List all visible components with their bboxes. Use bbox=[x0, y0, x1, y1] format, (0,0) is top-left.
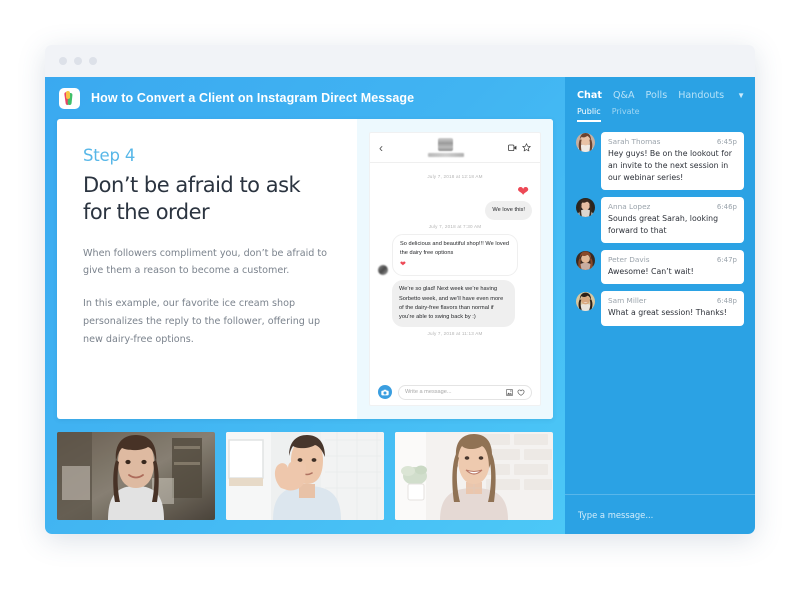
slide-image-column: ‹ July 7, 2018 at 12:18 AM ❤ We love thi… bbox=[357, 119, 553, 419]
chat-message-text: Awesome! Can’t wait! bbox=[608, 267, 694, 277]
tab-polls[interactable]: Polls bbox=[646, 90, 668, 101]
instagram-timestamp-2: July 7, 2018 at 7:30 AM bbox=[428, 224, 482, 230]
chat-visibility-tabs: Public Private bbox=[565, 101, 755, 122]
browser-window: How to Convert a Client on Instagram Dir… bbox=[45, 45, 755, 534]
chat-message-text: What a great session! Thanks! bbox=[608, 308, 727, 318]
instagram-timestamp-3: July 7, 2018 at 11:13 AM bbox=[427, 330, 483, 336]
slide-text-column: Step 4 Don’t be afraid to ask for the or… bbox=[57, 119, 357, 419]
instagram-message-outgoing: We love this! bbox=[485, 201, 532, 221]
webinar-header: How to Convert a Client on Instagram Dir… bbox=[57, 77, 553, 119]
window-minimize-dot[interactable] bbox=[74, 57, 82, 65]
chat-message-author: Sam Miller bbox=[608, 296, 647, 306]
participant-video-3[interactable] bbox=[395, 432, 553, 520]
instagram-message-incoming-row: So delicious and beautiful shop!!! We lo… bbox=[378, 234, 532, 277]
chat-panel: Chat Q&A Polls Handouts ▼ Public Private bbox=[565, 77, 755, 534]
app-logo-icon bbox=[59, 87, 80, 109]
window-titlebar bbox=[45, 45, 755, 77]
subtab-public[interactable]: Public bbox=[577, 107, 601, 122]
slide-paragraph-2: In this example, our favorite ice cream … bbox=[83, 298, 321, 345]
chat-message-time: 6:46p bbox=[716, 203, 737, 212]
avatar bbox=[576, 292, 595, 312]
subtab-private[interactable]: Private bbox=[612, 107, 640, 122]
chat-message-author: Sarah Thomas bbox=[608, 137, 661, 146]
tab-chat[interactable]: Chat bbox=[577, 90, 602, 101]
chat-message: Sarah Thomas 6:45p Hey guys! Be on the l… bbox=[576, 132, 744, 191]
chat-message: Peter Davis 6:47p Awesome! Can’t wait! bbox=[576, 250, 744, 285]
chat-message-bubble: Anna Lopez 6:46p Sounds great Sarah, loo… bbox=[601, 197, 744, 244]
instagram-message-reply: We’re so glad! Next week we’re having So… bbox=[392, 280, 516, 327]
instagram-composer: Write a message... bbox=[370, 379, 540, 405]
instagram-message-incoming: So delicious and beautiful shop!!! We lo… bbox=[392, 234, 519, 277]
chat-message-meta: Sam Miller 6:48p bbox=[608, 296, 737, 305]
slide: Step 4 Don’t be afraid to ask for the or… bbox=[57, 119, 553, 419]
chat-message-author: Peter Davis bbox=[608, 255, 650, 265]
instagram-header-actions bbox=[508, 143, 531, 152]
chat-message-time: 6:45p bbox=[716, 138, 737, 146]
chat-message-text: Hey guys! Be on the lookout for an invit… bbox=[608, 149, 732, 183]
webinar-title: How to Convert a Client on Instagram Dir… bbox=[91, 91, 415, 105]
chevron-down-icon[interactable]: ▼ bbox=[737, 91, 745, 100]
instagram-input-placeholder: Write a message... bbox=[405, 389, 452, 395]
slide-heading: Don’t be afraid to ask for the order bbox=[83, 173, 301, 224]
avatar bbox=[576, 251, 595, 271]
webinar-app: How to Convert a Client on Instagram Dir… bbox=[45, 77, 755, 534]
avatar bbox=[576, 133, 595, 152]
instagram-timestamp-1: July 7, 2018 at 12:18 AM bbox=[427, 174, 483, 179]
chat-message: Sam Miller 6:48p What a great session! T… bbox=[576, 291, 744, 326]
chat-message-text: Sounds great Sarah, looking forward to t… bbox=[608, 214, 719, 236]
chat-tab-bar: Chat Q&A Polls Handouts ▼ bbox=[565, 77, 755, 101]
chat-message-time: 6:48p bbox=[716, 297, 737, 306]
video-call-icon[interactable] bbox=[508, 144, 517, 152]
heart-outline-icon[interactable] bbox=[517, 389, 525, 396]
chat-message-author: Anna Lopez bbox=[608, 202, 651, 212]
chat-message: Anna Lopez 6:46p Sounds great Sarah, loo… bbox=[576, 197, 744, 244]
chat-message-bubble: Sam Miller 6:48p What a great session! T… bbox=[601, 291, 744, 326]
instagram-inline-heart-icon: ❤ bbox=[400, 261, 406, 269]
window-close-dot[interactable] bbox=[59, 57, 67, 65]
window-maximize-dot[interactable] bbox=[89, 57, 97, 65]
image-upload-icon[interactable] bbox=[506, 388, 513, 396]
instagram-conversation: July 7, 2018 at 12:18 AM ❤ We love this!… bbox=[370, 163, 540, 379]
instagram-username-redacted bbox=[427, 153, 464, 157]
instagram-heart-reaction: ❤ bbox=[517, 183, 529, 199]
slide-step-label: Step 4 bbox=[83, 146, 136, 165]
instagram-conversation-user bbox=[427, 138, 464, 157]
chat-message-meta: Anna Lopez 6:46p bbox=[608, 202, 737, 211]
chat-message-input[interactable]: Type a message... bbox=[565, 494, 755, 534]
participant-video-1[interactable] bbox=[57, 432, 215, 520]
star-icon[interactable] bbox=[522, 143, 531, 152]
chat-message-bubble: Peter Davis 6:47p Awesome! Can’t wait! bbox=[601, 250, 744, 285]
chat-message-list: Sarah Thomas 6:45p Hey guys! Be on the l… bbox=[565, 122, 755, 494]
instagram-header: ‹ bbox=[370, 133, 540, 163]
chat-message-bubble: Sarah Thomas 6:45p Hey guys! Be on the l… bbox=[601, 132, 744, 191]
instagram-message-incoming-text: So delicious and beautiful shop!!! We lo… bbox=[400, 241, 510, 257]
chat-message-meta: Peter Davis 6:47p bbox=[608, 255, 737, 264]
chat-message-meta: Sarah Thomas 6:45p bbox=[608, 137, 737, 146]
instagram-follower-avatar bbox=[378, 265, 388, 276]
instagram-user-avatar bbox=[438, 138, 453, 151]
avatar bbox=[576, 198, 595, 218]
camera-icon[interactable] bbox=[378, 385, 392, 399]
back-arrow-icon[interactable]: ‹ bbox=[379, 142, 383, 154]
tab-qa[interactable]: Q&A bbox=[613, 90, 635, 101]
instagram-dm-mockup: ‹ July 7, 2018 at 12:18 AM ❤ We love thi… bbox=[369, 132, 541, 406]
tab-handouts[interactable]: Handouts bbox=[678, 90, 724, 101]
chat-input-placeholder: Type a message... bbox=[578, 509, 654, 520]
presentation-stage: How to Convert a Client on Instagram Dir… bbox=[45, 77, 565, 534]
participant-thumbnail-strip bbox=[57, 432, 553, 520]
slide-paragraph-1: When followers compliment you, don’t be … bbox=[83, 247, 328, 277]
instagram-message-input[interactable]: Write a message... bbox=[398, 384, 532, 400]
chat-message-time: 6:47p bbox=[716, 256, 737, 265]
participant-video-2[interactable] bbox=[226, 432, 384, 520]
